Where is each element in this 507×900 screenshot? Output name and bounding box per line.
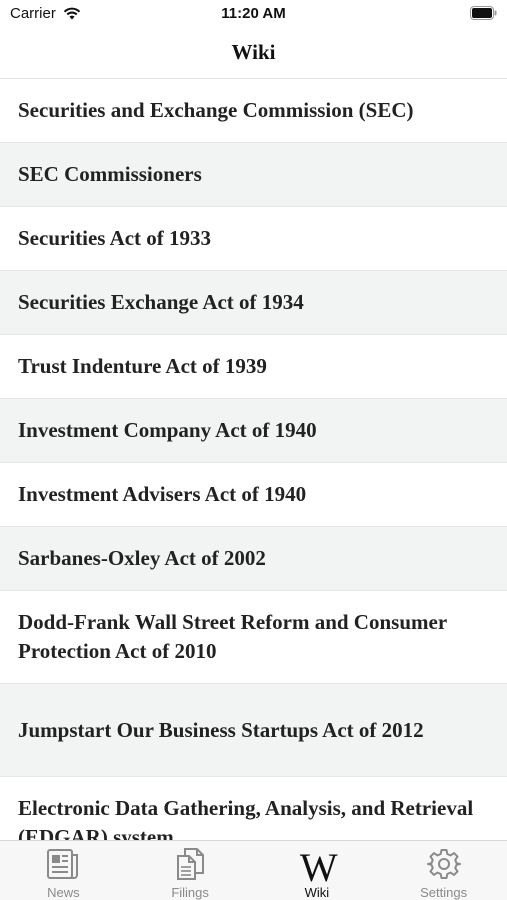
wiki-item-label: Investment Company Act of 1940 — [18, 418, 317, 442]
navigation-bar: Wiki — [0, 30, 507, 79]
tab-label: Settings — [420, 885, 468, 900]
tab-filings[interactable]: Filings — [127, 841, 254, 900]
wiki-item-trust-indenture-act[interactable]: Trust Indenture Act of 1939 — [0, 335, 507, 399]
tab-label: News — [47, 885, 80, 900]
newspaper-icon — [47, 849, 79, 879]
wiki-item-sec[interactable]: Securities and Exchange Commission (SEC) — [0, 79, 507, 143]
wiki-item-sarbanes-oxley-act[interactable]: Sarbanes-Oxley Act of 2002 — [0, 527, 507, 591]
wiki-item-label: Investment Advisers Act of 1940 — [18, 482, 307, 506]
wiki-item-label: Securities Exchange Act of 1934 — [18, 290, 304, 314]
page-title: Wiki — [231, 40, 276, 64]
wiki-item-sec-commissioners[interactable]: SEC Commissioners — [0, 143, 507, 207]
wiki-item-label: Sarbanes-Oxley Act of 2002 — [18, 546, 266, 570]
wiki-list[interactable]: Securities and Exchange Commission (SEC)… — [0, 79, 507, 840]
wiki-item-label: Dodd-Frank Wall Street Reform and Consum… — [18, 610, 447, 663]
gear-icon — [426, 849, 461, 879]
wiki-item-investment-advisers-act[interactable]: Investment Advisers Act of 1940 — [0, 463, 507, 527]
tab-wiki[interactable]: W Wiki — [254, 841, 381, 900]
wiki-item-jobs-act[interactable]: Jumpstart Our Business Startups Act of 2… — [0, 684, 507, 777]
clock: 11:20 AM — [221, 5, 286, 22]
documents-icon — [177, 848, 205, 880]
wiki-item-label: SEC Commissioners — [18, 162, 202, 186]
wiki-item-label: Electronic Data Gathering, Analysis, and… — [18, 796, 474, 840]
wiki-item-label: Securities and Exchange Commission (SEC) — [18, 98, 414, 122]
wiki-item-label: Securities Act of 1933 — [18, 226, 212, 250]
status-bar: Carrier 11:20 AM — [0, 0, 507, 30]
tab-label: Filings — [171, 885, 209, 900]
wiki-item-securities-act-1933[interactable]: Securities Act of 1933 — [0, 207, 507, 271]
battery-icon — [470, 6, 497, 20]
wiki-item-dodd-frank-act[interactable]: Dodd-Frank Wall Street Reform and Consum… — [0, 591, 507, 684]
wiki-item-investment-company-act[interactable]: Investment Company Act of 1940 — [0, 399, 507, 463]
tab-news[interactable]: News — [0, 841, 127, 900]
tab-bar: News Filings W Wiki Settings — [0, 840, 507, 900]
wiki-item-label: Jumpstart Our Business Startups Act of 2… — [18, 717, 424, 742]
wiki-item-label: Trust Indenture Act of 1939 — [18, 354, 267, 378]
tab-label: Wiki — [304, 885, 330, 900]
wiki-item-edgar-system[interactable]: Electronic Data Gathering, Analysis, and… — [0, 777, 507, 840]
wiki-item-exchange-act-1934[interactable]: Securities Exchange Act of 1934 — [0, 271, 507, 335]
wiki-w-icon: W — [300, 847, 338, 889]
tab-settings[interactable]: Settings — [380, 841, 507, 900]
wiki-w-glyph: W — [299, 845, 338, 890]
